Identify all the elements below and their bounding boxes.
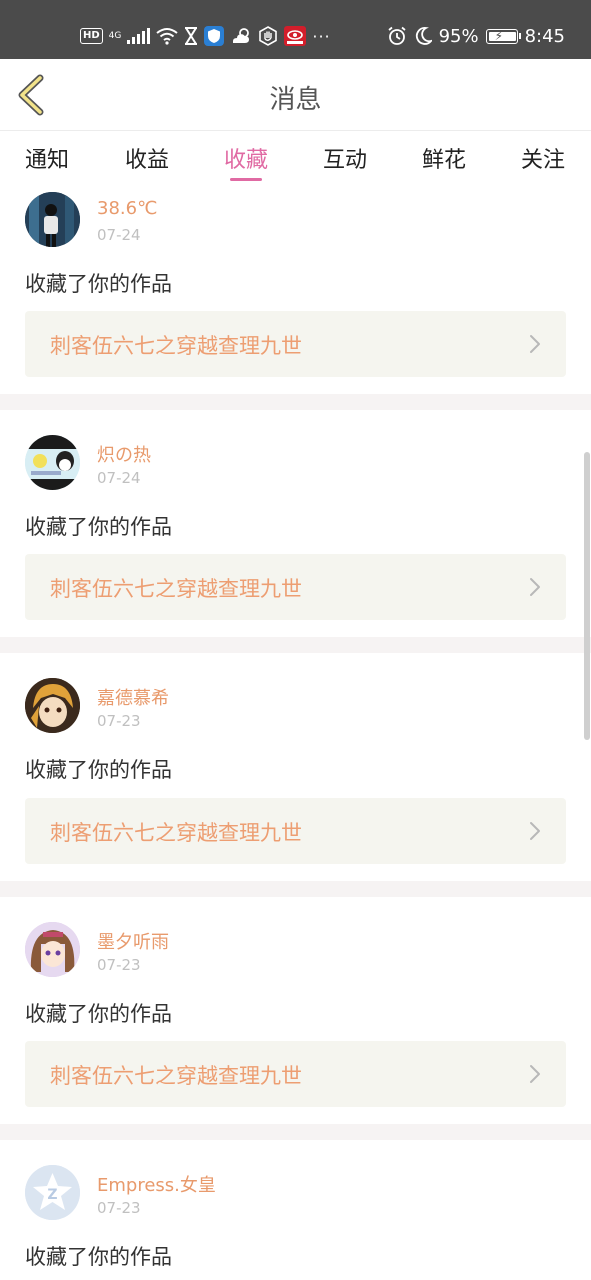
status-bar: HD 4G ··· 95% ⚡ 8:45: [0, 0, 591, 59]
list-divider: [0, 637, 591, 653]
tab-flowers[interactable]: 鲜花: [409, 142, 479, 174]
avatar[interactable]: [25, 922, 80, 977]
tab-bar: 通知 收益 收藏 互动 鲜花 关注: [0, 132, 591, 184]
work-link[interactable]: 刺客伍六七之穿越查理九世: [25, 798, 566, 864]
moon-icon: [415, 27, 432, 45]
list-divider: [0, 881, 591, 897]
work-link[interactable]: 刺客伍六七之穿越查理九世: [25, 311, 566, 377]
network-type: 4G: [108, 30, 122, 41]
alarm-icon: [387, 26, 406, 45]
action-text: 收藏了你的作品: [25, 758, 172, 782]
message-date: 07-23: [97, 712, 141, 730]
avatar-image: [25, 922, 80, 977]
action-text: 收藏了你的作品: [25, 1002, 172, 1026]
battery-icon: ⚡: [485, 28, 521, 44]
message-date: 07-24: [97, 469, 141, 487]
list-item: 炽の热 07-24 收藏了你的作品 刺客伍六七之穿越查理九世: [0, 410, 591, 637]
work-link[interactable]: 刺客伍六七之穿越查理九世: [25, 1041, 566, 1107]
weather-icon: [233, 28, 250, 43]
chevron-right-icon: [530, 335, 540, 353]
battery-percent: 95%: [438, 25, 479, 47]
action-text: 收藏了你的作品: [25, 515, 172, 539]
tab-notifications[interactable]: 通知: [12, 142, 82, 174]
avatar-image: [25, 435, 80, 490]
top-header: 消息: [0, 59, 591, 131]
wifi-icon: [156, 28, 178, 45]
chevron-right-icon: [530, 1065, 540, 1083]
hd-badge: HD: [80, 28, 103, 44]
signal-icon: [127, 28, 151, 44]
message-date: 07-23: [97, 956, 141, 974]
tab-earnings[interactable]: 收益: [112, 142, 182, 174]
avatar[interactable]: [25, 435, 80, 490]
work-title: 刺客伍六七之穿越查理九世: [50, 334, 302, 358]
tab-interactions[interactable]: 互动: [310, 142, 380, 174]
avatar[interactable]: Z: [25, 1165, 80, 1220]
work-title: 刺客伍六七之穿越查理九世: [50, 821, 302, 845]
status-right-icons: 95% ⚡ 8:45: [387, 22, 565, 50]
hand-icon: [259, 26, 278, 46]
page-title: 消息: [269, 85, 322, 115]
scrollbar[interactable]: [584, 452, 590, 740]
clock: 8:45: [524, 25, 565, 47]
avatar-image: [25, 192, 80, 247]
username[interactable]: 38.6℃: [97, 198, 157, 219]
status-left-icons: HD 4G ···: [80, 22, 331, 50]
tab-favorites[interactable]: 收藏: [211, 142, 281, 174]
avatar[interactable]: [25, 192, 80, 247]
svg-text:Z: Z: [47, 1187, 57, 1203]
app-badge-icon: [284, 26, 307, 46]
list-divider: [0, 1124, 591, 1140]
default-avatar-icon: Z: [25, 1165, 80, 1220]
avatar[interactable]: [25, 678, 80, 733]
username[interactable]: 嘉德慕希: [97, 684, 169, 710]
work-link[interactable]: 刺客伍六七之穿越查理九世: [25, 554, 566, 620]
chevron-right-icon: [530, 822, 540, 840]
work-title: 刺客伍六七之穿越查理九世: [50, 577, 302, 601]
tab-following[interactable]: 关注: [508, 142, 578, 174]
list-item: Z Empress.女皇 07-23 收藏了你的作品: [0, 1140, 591, 1280]
username[interactable]: 炽の热: [97, 441, 151, 467]
message-date: 07-24: [97, 226, 141, 244]
more-dots-icon: ···: [312, 26, 331, 46]
list-item: 嘉德慕希 07-23 收藏了你的作品 刺客伍六七之穿越查理九世: [0, 653, 591, 881]
avatar-image: [25, 678, 80, 733]
active-tab-indicator: [230, 178, 262, 181]
chevron-right-icon: [530, 578, 540, 596]
list-item: 38.6℃ 07-24 收藏了你的作品 刺客伍六七之穿越查理九世: [0, 184, 591, 394]
list-item: 墨夕听雨 07-23 收藏了你的作品 刺客伍六七之穿越查理九世: [0, 897, 591, 1124]
shield-app-icon: [204, 26, 225, 46]
action-text: 收藏了你的作品: [25, 1245, 172, 1269]
action-text: 收藏了你的作品: [25, 272, 172, 296]
hourglass-icon: [185, 27, 198, 45]
username[interactable]: 墨夕听雨: [97, 928, 169, 954]
work-title: 刺客伍六七之穿越查理九世: [50, 1064, 302, 1088]
message-date: 07-23: [97, 1199, 141, 1217]
list-divider: [0, 394, 591, 410]
username[interactable]: Empress.女皇: [97, 1171, 216, 1197]
